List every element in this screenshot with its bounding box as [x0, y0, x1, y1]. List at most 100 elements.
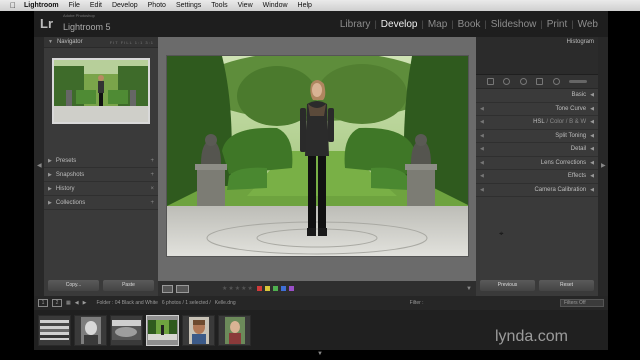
- back-arrow-icon[interactable]: ◀: [75, 300, 79, 306]
- radial-filter-icon[interactable]: [552, 78, 560, 85]
- menu-edit[interactable]: Edit: [90, 2, 102, 9]
- presets-header[interactable]: ▶ Presets +: [44, 154, 158, 168]
- disclosure-right-icon: ▶: [48, 157, 52, 164]
- hsl-header[interactable]: ◀ HSL / Color / B & W ◀: [476, 116, 598, 130]
- module-slideshow[interactable]: Slideshow: [487, 19, 541, 30]
- panel-switch-icon[interactable]: ◀: [480, 160, 484, 166]
- color-label-blue[interactable]: [280, 286, 286, 291]
- screen-1-button[interactable]: 1: [38, 299, 48, 307]
- module-map[interactable]: Map: [424, 19, 451, 30]
- filmstrip-thumb-selected[interactable]: [146, 314, 179, 346]
- filter-dropdown[interactable]: Filters Off: [560, 299, 604, 307]
- snapshots-title: Snapshots: [55, 171, 85, 178]
- bw-tab[interactable]: B & W: [569, 119, 586, 125]
- filmstrip-source[interactable]: Folder : 04 Black and White: [96, 300, 157, 306]
- previous-reset-bar: Previous Reset: [476, 280, 598, 294]
- filmstrip-thumb[interactable]: [218, 314, 251, 346]
- panel-switch-icon[interactable]: ◀: [480, 106, 484, 112]
- panel-switch-icon[interactable]: ◀: [480, 146, 484, 152]
- paste-button[interactable]: Paste: [103, 280, 154, 291]
- module-picker: Library | Develop | Map | Book | Slidesh…: [336, 19, 602, 30]
- module-print[interactable]: Print: [543, 19, 572, 30]
- filmstrip-thumb[interactable]: [38, 314, 71, 346]
- disclosure-right-icon: ▶: [48, 171, 52, 178]
- loupe-view-icon[interactable]: [162, 284, 173, 293]
- panel-switch-icon[interactable]: ◀: [480, 133, 484, 139]
- lens-corrections-header[interactable]: ◀ Lens Corrections ◀: [476, 156, 598, 170]
- presets-title: Presets: [55, 157, 77, 164]
- color-label-green[interactable]: [272, 286, 278, 291]
- screen-2-button[interactable]: 2: [52, 299, 62, 307]
- hsl-tab[interactable]: HSL: [533, 119, 545, 125]
- menu-app[interactable]: Lightroom: [24, 2, 59, 9]
- graduated-filter-icon[interactable]: [536, 78, 544, 85]
- menu-tools[interactable]: Tools: [211, 2, 227, 9]
- rating-stars[interactable]: ★★★★★: [222, 285, 254, 292]
- color-tab[interactable]: Color: [550, 119, 564, 125]
- basic-header[interactable]: Basic ◀: [476, 89, 598, 103]
- toolbar-menu-icon[interactable]: ▼: [466, 286, 472, 292]
- filmstrip-toggle-icon[interactable]: ▼: [317, 351, 323, 357]
- adjustment-brush-icon[interactable]: [569, 80, 588, 83]
- panel-switch-icon[interactable]: ◀: [480, 173, 484, 179]
- before-after-view-icon[interactable]: [176, 284, 189, 293]
- module-web[interactable]: Web: [574, 19, 602, 30]
- apple-menu-icon[interactable]: : [10, 1, 16, 10]
- add-snapshot-icon[interactable]: +: [150, 172, 154, 178]
- camera-calibration-header[interactable]: ◀ Camera Calibration ◀: [476, 183, 598, 197]
- tone-curve-header[interactable]: ◀ Tone Curve ◀: [476, 102, 598, 116]
- red-eye-icon[interactable]: [519, 78, 527, 85]
- module-develop[interactable]: Develop: [377, 19, 422, 30]
- filmstrip-thumb[interactable]: [110, 314, 143, 346]
- split-toning-title: Split Toning: [555, 132, 587, 139]
- split-toning-header[interactable]: ◀ Split Toning ◀: [476, 129, 598, 143]
- color-label-purple[interactable]: [288, 286, 294, 291]
- menu-file[interactable]: File: [69, 2, 80, 9]
- thumb-image: [148, 320, 177, 340]
- left-panel-toggle[interactable]: ◀: [34, 37, 44, 296]
- panel-switch-icon[interactable]: ◀: [480, 119, 484, 125]
- crop-tool-icon[interactable]: [486, 78, 494, 85]
- menu-settings[interactable]: Settings: [176, 2, 201, 9]
- triangle-right-icon: ▶: [601, 163, 606, 169]
- history-header[interactable]: ▶ History ×: [44, 182, 158, 196]
- histogram[interactable]: Histogram: [476, 37, 598, 75]
- clear-history-icon[interactable]: ×: [150, 186, 154, 192]
- menu-window[interactable]: Window: [263, 2, 288, 9]
- reset-button[interactable]: Reset: [539, 280, 594, 291]
- disclosure-left-icon: ◀: [590, 186, 594, 193]
- filmstrip-filename[interactable]: Kelle.dng: [215, 300, 236, 306]
- add-collection-icon[interactable]: +: [150, 200, 154, 206]
- menu-help[interactable]: Help: [298, 2, 312, 9]
- menu-photo[interactable]: Photo: [148, 2, 166, 9]
- module-book[interactable]: Book: [454, 19, 485, 30]
- module-library[interactable]: Library: [336, 19, 375, 30]
- detail-header[interactable]: ◀ Detail ◀: [476, 143, 598, 157]
- panel-switch-icon[interactable]: ◀: [480, 187, 484, 193]
- develop-photo[interactable]: [166, 55, 469, 257]
- spot-removal-icon[interactable]: [503, 78, 511, 85]
- menu-view[interactable]: View: [238, 2, 253, 9]
- filmstrip-thumb[interactable]: [182, 314, 215, 346]
- add-preset-icon[interactable]: +: [150, 158, 154, 164]
- forward-arrow-icon[interactable]: ▶: [83, 300, 87, 306]
- lens-corrections-title: Lens Corrections: [540, 159, 587, 166]
- snapshots-header[interactable]: ▶ Snapshots +: [44, 168, 158, 182]
- navigator-preview[interactable]: [52, 58, 150, 124]
- histogram-title: Histogram: [566, 39, 594, 45]
- effects-header[interactable]: ◀ Effects ◀: [476, 170, 598, 184]
- collections-header[interactable]: ▶ Collections +: [44, 196, 158, 210]
- navigator-zoom-options[interactable]: FIT FILL 1:1 3:1: [110, 40, 154, 45]
- right-panel-toggle[interactable]: ▶: [598, 37, 608, 296]
- filmstrip-count: 6 photos / 1 selected /: [161, 300, 211, 306]
- main-image-area[interactable]: [158, 37, 476, 281]
- filmstrip-thumb[interactable]: [74, 314, 107, 346]
- grid-icon[interactable]: ▦: [66, 300, 71, 306]
- menu-develop[interactable]: Develop: [112, 2, 138, 9]
- previous-button[interactable]: Previous: [480, 280, 535, 291]
- history-title: History: [55, 185, 75, 192]
- color-label-red[interactable]: [256, 286, 262, 291]
- copy-button[interactable]: Copy...: [48, 280, 99, 291]
- color-label-yellow[interactable]: [264, 286, 270, 291]
- navigator-header[interactable]: ▼ Navigator FIT FILL 1:1 3:1: [44, 37, 158, 48]
